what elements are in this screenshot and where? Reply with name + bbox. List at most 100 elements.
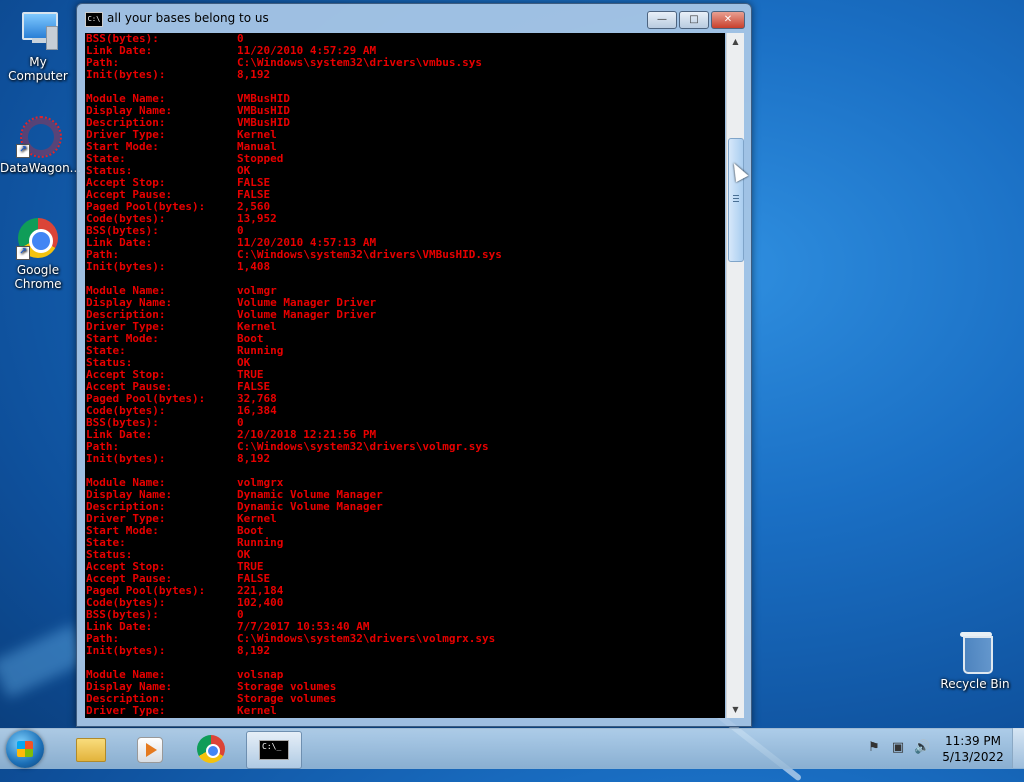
console-line: Path: C:\Windows\system32\drivers\volmgrx…: [85, 633, 725, 645]
close-button[interactable]: ✕: [711, 11, 745, 29]
console-line-label: Init(bytes):: [86, 68, 166, 81]
console-line: Display Name: Dynamic Volume Manager: [85, 489, 725, 501]
grip-icon: [733, 195, 739, 203]
desktop-icon-label: Google Chrome: [14, 263, 62, 291]
minimize-button[interactable]: —: [647, 11, 677, 29]
console-line: Description: Dynamic Volume Manager: [85, 501, 725, 513]
scrollbar-thumb[interactable]: [728, 138, 744, 262]
clock-date: 5/13/2022: [942, 750, 1004, 764]
maximize-button[interactable]: □: [679, 11, 709, 29]
console-line: Path: C:\Windows\system32\drivers\VMBusHI…: [85, 249, 725, 261]
command-prompt-icon: C:\_: [259, 740, 289, 760]
scroll-up-arrow-icon[interactable]: ▲: [728, 34, 743, 49]
volume-icon[interactable]: 🔊: [914, 740, 930, 756]
console-line: Module Name: volmgr: [85, 285, 725, 297]
desktop-icon-my-computer[interactable]: My Computer: [0, 8, 76, 83]
desktop-icon-label: Recycle Bin: [940, 677, 1010, 691]
command-prompt-icon[interactable]: C:\: [85, 12, 103, 27]
console-line: Description: VMBusHID: [85, 117, 725, 129]
console-line: Code(bytes): 102,400: [85, 597, 725, 609]
console-line: Module Name: volsnap: [85, 669, 725, 681]
console-line: Init(bytes): 8,192: [85, 69, 725, 81]
console-line-value: 1,408: [237, 260, 271, 273]
shortcut-arrow-icon: ↗: [16, 246, 30, 260]
console-line: Description: Storage volumes: [85, 693, 725, 705]
console-line: Status: OK: [85, 165, 725, 177]
network-icon[interactable]: ▣: [890, 740, 906, 756]
console-line-value: 8,192: [237, 68, 271, 81]
console-line-value: C:\Windows\system32\drivers\vmbus.sys: [237, 56, 483, 69]
taskbar-item-command-prompt[interactable]: C:\_: [246, 731, 302, 769]
action-center-flag-icon[interactable]: ⚑: [866, 740, 882, 756]
windows-explorer-icon: [76, 738, 106, 762]
console-line: Driver Type: Kernel: [85, 705, 725, 717]
console-line-label: Driver Type:: [86, 704, 166, 717]
taskbar-item-chrome[interactable]: [184, 731, 238, 767]
desktop-icon-label: DataWagon...: [0, 161, 82, 175]
taskbar-item-media-player[interactable]: [122, 731, 176, 767]
console-line: Status: OK: [85, 549, 725, 561]
console-line: Path: C:\Windows\system32\drivers\vmbus.s…: [85, 57, 725, 69]
console-line: Driver Type: Kernel: [85, 513, 725, 525]
windows-logo-icon: [17, 741, 33, 757]
media-player-icon: [137, 737, 163, 763]
console-line: Display Name: VMBusHID: [85, 105, 725, 117]
window-titlebar[interactable]: C:\ all your bases belong to us — □ ✕: [77, 4, 751, 32]
console-line: BSS(bytes): 0: [85, 33, 725, 45]
desktop-icon-recycle-bin[interactable]: Recycle Bin: [937, 630, 1013, 691]
console-line: Status: OK: [85, 357, 725, 369]
console-line: Init(bytes): 1,408: [85, 261, 725, 273]
console-line: Display Name: Storage volumes: [85, 681, 725, 693]
console-line: State: Running: [85, 345, 725, 357]
console-line: Paged Pool(bytes): 2,560: [85, 201, 725, 213]
chrome-icon: [197, 735, 225, 763]
scroll-down-arrow-icon[interactable]: ▼: [728, 702, 743, 717]
console-line: Start Mode: Boot: [85, 525, 725, 537]
computer-icon: [16, 8, 60, 52]
console-line: Display Name: Volume Manager Driver: [85, 297, 725, 309]
window-title: all your bases belong to us: [107, 11, 269, 25]
console-line: Code(bytes): 16,384: [85, 405, 725, 417]
console-line: Paged Pool(bytes): 32,768: [85, 393, 725, 405]
console-line: Module Name: volmgrx: [85, 477, 725, 489]
clock-time: 11:39 PM: [945, 734, 1001, 748]
console-line: Module Name: VMBusHID: [85, 93, 725, 105]
console-window[interactable]: C:\ all your bases belong to us — □ ✕ BS…: [76, 3, 752, 727]
console-line: Driver Type: Kernel: [85, 129, 725, 141]
taskbar-item-explorer[interactable]: [62, 731, 116, 767]
console-line-value: C:\Windows\system32\drivers\volmgrx.sys: [237, 632, 496, 645]
desktop-icon-datawagon[interactable]: ↗ DataWagon...: [0, 114, 82, 175]
console-line: BSS(bytes): 0: [85, 609, 725, 621]
console-line-value: 8,192: [237, 644, 271, 657]
start-button[interactable]: [6, 730, 44, 768]
console-line: State: Running: [85, 537, 725, 549]
console-line: Description: Volume Manager Driver: [85, 309, 725, 321]
console-line: Accept Stop: TRUE: [85, 561, 725, 573]
console-line: Init(bytes): 8,192: [85, 453, 725, 465]
show-desktop-button[interactable]: [1012, 728, 1024, 768]
console-line-value: C:\Windows\system32\drivers\volmgr.sys: [237, 440, 489, 453]
console-line-value: C:\Windows\system32\drivers\VMBusHID.sys: [237, 248, 502, 261]
datawagon-icon: ↗: [16, 114, 62, 158]
vertical-scrollbar[interactable]: ▲ ▼: [726, 33, 744, 718]
console-line: Init(bytes): 8,192: [85, 645, 725, 657]
console-line: Start Mode: Manual: [85, 141, 725, 153]
console-line: State: Stopped: [85, 153, 725, 165]
taskbar-clock[interactable]: 11:39 PM 5/13/2022: [938, 733, 1008, 765]
desktop-icon-label: My Computer: [8, 55, 68, 83]
desktop-icon-google-chrome[interactable]: ↗ Google Chrome: [0, 216, 76, 291]
console-line: Paged Pool(bytes): 221,184: [85, 585, 725, 597]
console-line: Accept Stop: FALSE: [85, 177, 725, 189]
console-output[interactable]: BSS(bytes): 0 Link Date: 11/20/2010 4:57:29…: [85, 33, 725, 718]
console-line-label: Init(bytes):: [86, 452, 166, 465]
console-line-value: Kernel: [237, 704, 277, 717]
console-line: Start Mode: Boot: [85, 333, 725, 345]
console-line-value: 8,192: [237, 452, 271, 465]
console-line: Accept Stop: TRUE: [85, 369, 725, 381]
recycle-bin-icon: [953, 630, 997, 674]
console-line: Driver Type: Kernel: [85, 321, 725, 333]
console-line-value: 102,400: [237, 596, 284, 609]
chrome-icon: ↗: [16, 216, 60, 260]
